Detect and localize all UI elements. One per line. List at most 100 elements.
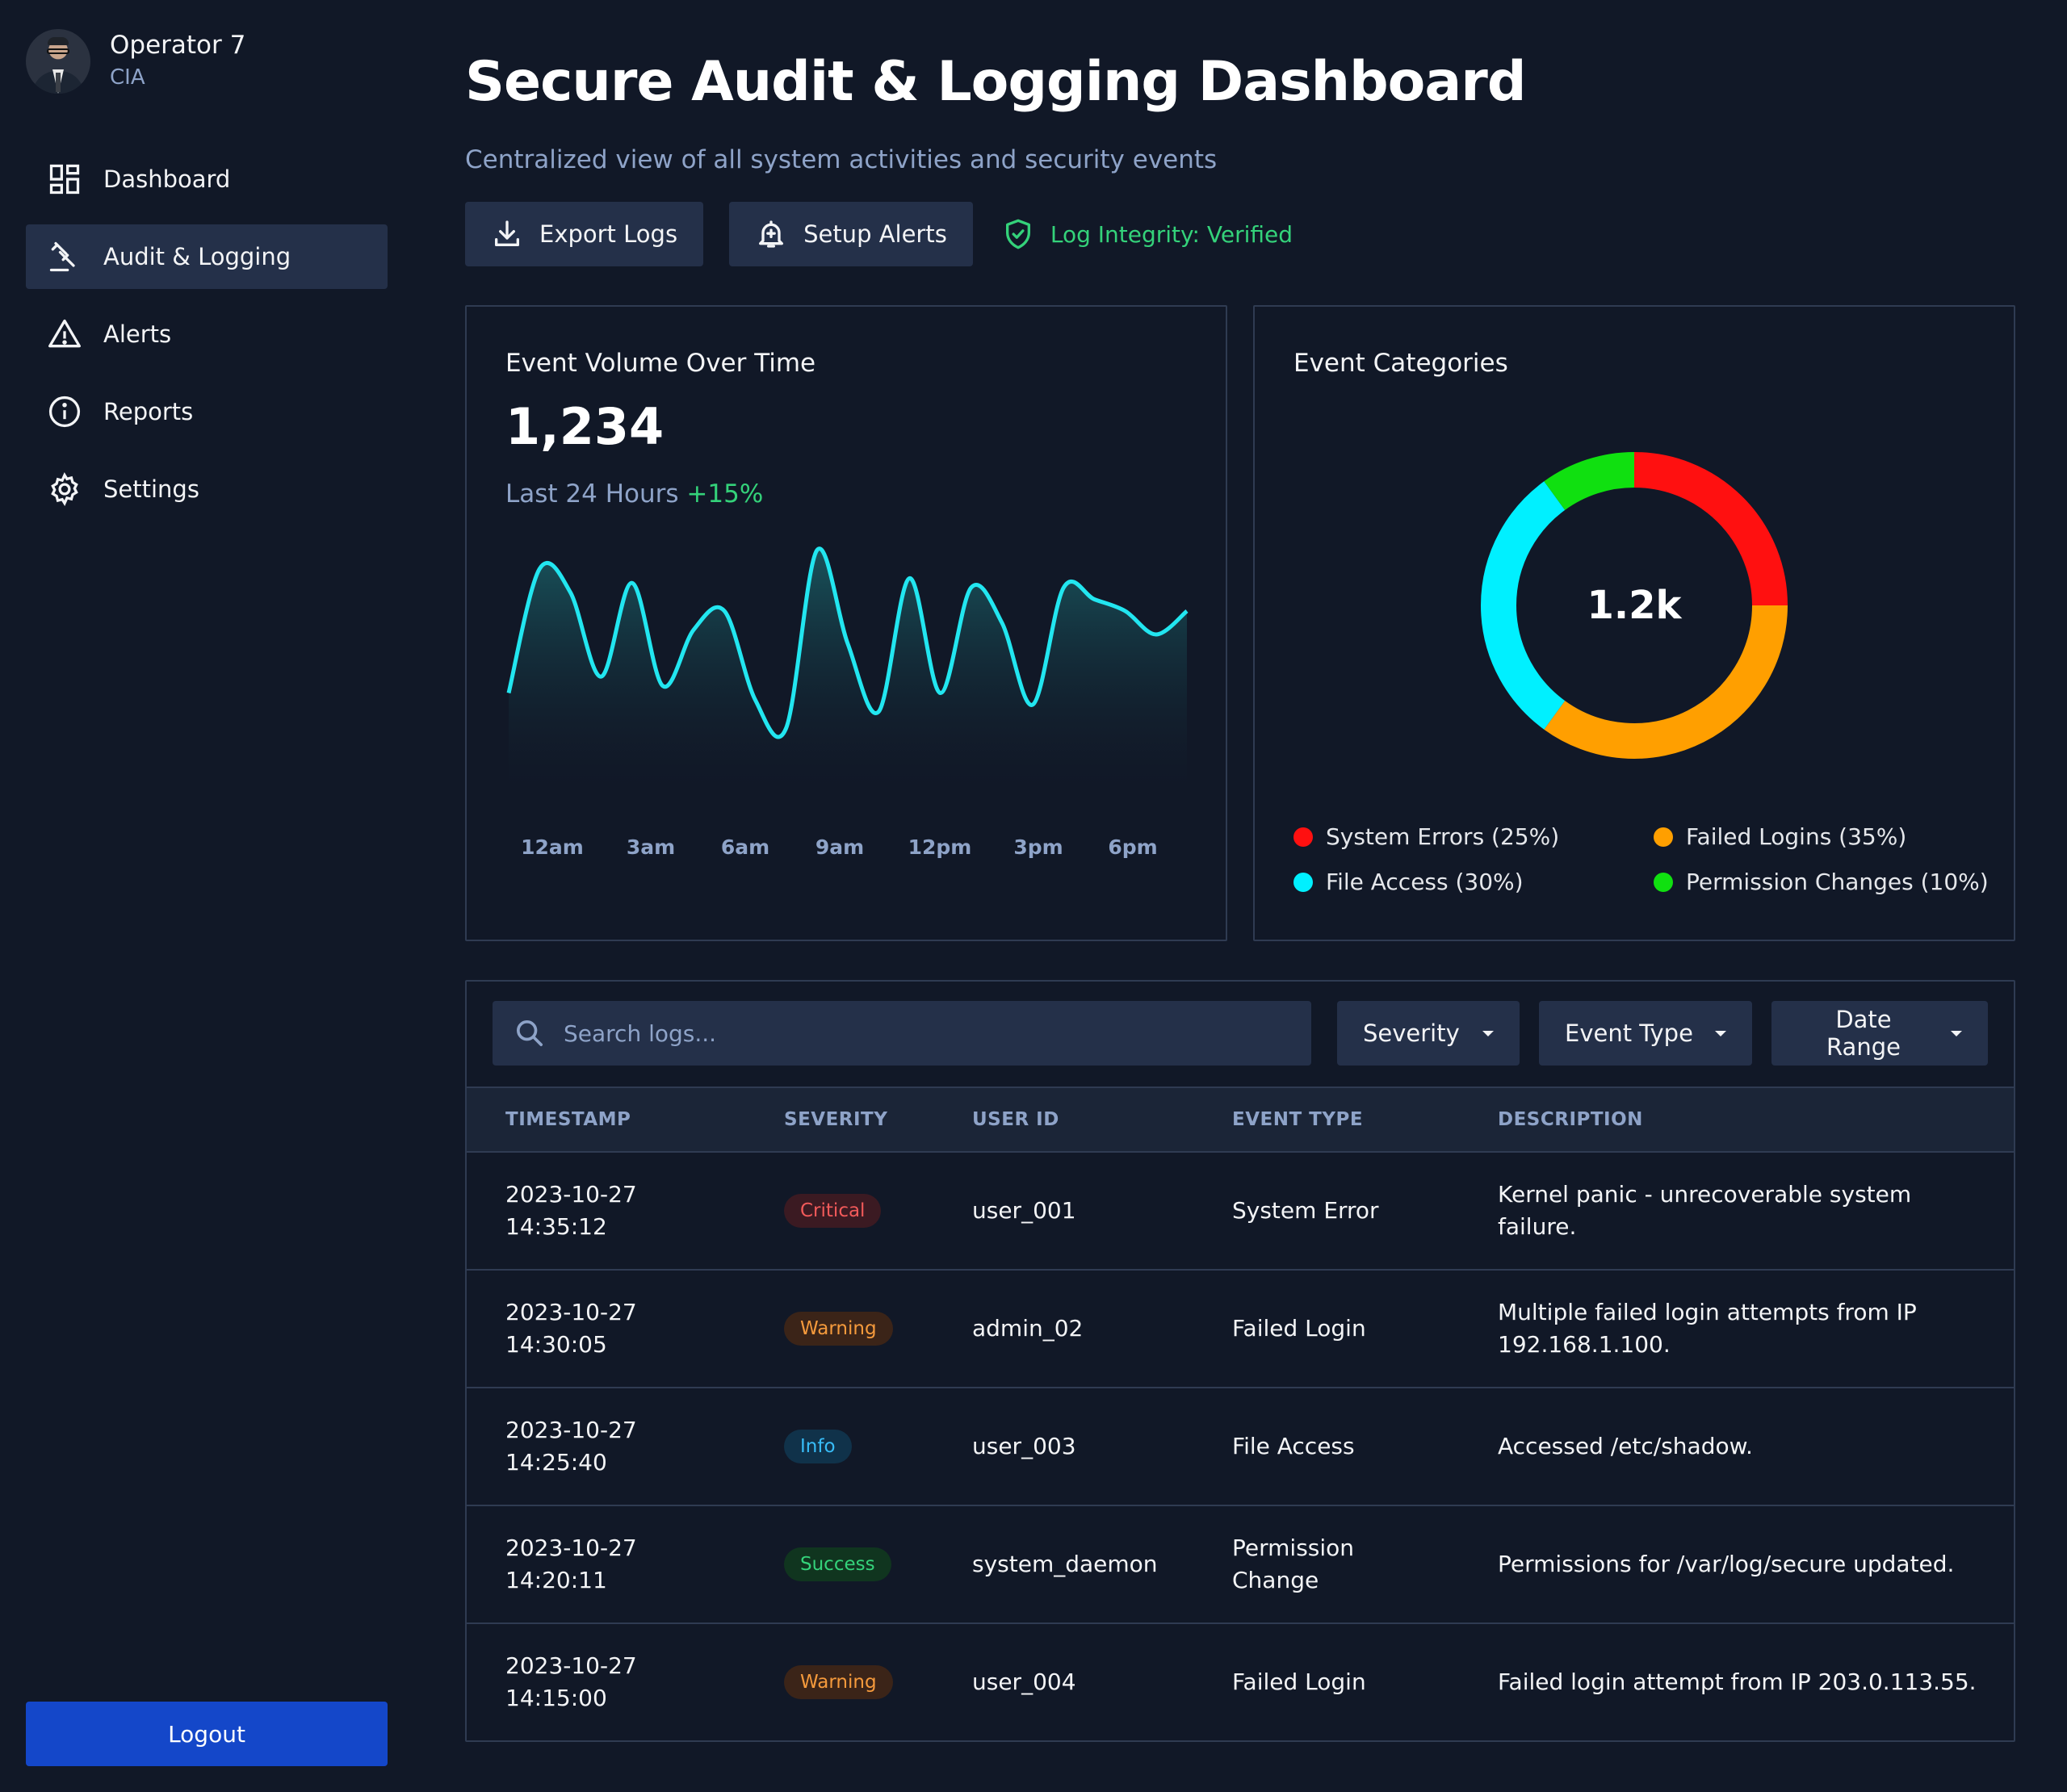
avatar (26, 29, 90, 94)
column-header-timestamp[interactable]: TIMESTAMP (505, 1109, 748, 1130)
legend-item-permission-changes: Permission Changes (10%) (1654, 869, 1989, 895)
description-cell: Multiple failed login attempts from IP 1… (1498, 1299, 1917, 1358)
shield-check-icon (1005, 219, 1030, 249)
column-header-event-type[interactable]: EVENT TYPE (1232, 1109, 1442, 1130)
sidebar-item-alerts[interactable]: Alerts (26, 302, 388, 366)
column-header-description[interactable]: DESCRIPTION (1498, 1109, 1982, 1130)
legend-dot (1654, 872, 1673, 892)
event-type-cell: File Access (1232, 1433, 1355, 1459)
event-volume-card: Event Volume Over Time 1,234 Last 24 Hou… (465, 305, 1227, 941)
search-icon (517, 1020, 543, 1046)
table-toolbar: Severity Event Type Date Range (493, 1001, 1989, 1066)
description-cell: Failed login attempt from IP 203.0.113.5… (1498, 1668, 1977, 1695)
area-fill (509, 548, 1187, 791)
setup-alerts-label: Setup Alerts (803, 220, 947, 248)
header-actions: Export Logs Setup Alerts Log Integrity: … (465, 202, 1293, 266)
gavel-icon (49, 241, 75, 272)
event-volume-title: Event Volume Over Time (505, 349, 816, 378)
legend-dot (1654, 827, 1673, 847)
warning-icon (48, 319, 81, 348)
page-subtitle: Centralized view of all system activitie… (465, 145, 1218, 174)
sidebar-item-reports[interactable]: Reports (26, 379, 388, 444)
sidebar-item-label: Dashboard (103, 165, 231, 193)
setup-alerts-button[interactable]: Setup Alerts (729, 202, 973, 266)
timestamp-date: 2023-10-27 (505, 1535, 637, 1561)
chevron-down-icon (1482, 1030, 1494, 1036)
legend-label: System Errors (25%) (1326, 823, 1560, 850)
legend-label: Permission Changes (10%) (1686, 869, 1989, 895)
log-integrity-status: Log Integrity: Verified (1002, 218, 1293, 250)
sidebar-item-label: Reports (103, 398, 194, 425)
app-root: Operator 7 CIA Dashboard Audit & Logging (0, 0, 2067, 1792)
severity-badge: Warning (784, 1312, 893, 1346)
user-profile[interactable]: Operator 7 CIA (26, 29, 245, 94)
timestamp-cell: 2023-10-27 14:25:40 (505, 1414, 748, 1479)
x-tick-label: 12pm (908, 835, 972, 859)
table-row[interactable]: 2023-10-27 14:15:00 Warning user_004 Fai… (467, 1622, 2014, 1740)
timestamp-cell: 2023-10-27 14:15:00 (505, 1650, 748, 1715)
page-title: Secure Audit & Logging Dashboard (465, 50, 1526, 114)
user-id-cell: admin_02 (972, 1315, 1084, 1342)
sidebar-nav: Dashboard Audit & Logging Alerts Reports (26, 147, 388, 534)
user-name: Operator 7 (110, 31, 246, 60)
timestamp-date: 2023-10-27 (505, 1652, 637, 1679)
event-type-cell: Permission Change (1232, 1535, 1355, 1593)
timestamp-time: 14:20:11 (505, 1567, 607, 1593)
event-type-filter[interactable]: Event Type (1539, 1001, 1752, 1066)
sidebar-item-dashboard[interactable]: Dashboard (26, 147, 388, 211)
chevron-down-icon (1715, 1030, 1726, 1036)
timestamp-time: 14:25:40 (505, 1449, 607, 1476)
donut-chart: 1.2k (1473, 444, 1796, 767)
event-volume-chart: 12am 3am 6am 9am 12pm 3pm 6pm (506, 546, 1189, 859)
column-header-severity[interactable]: SEVERITY (784, 1109, 887, 1130)
log-integrity-label: Log Integrity: Verified (1050, 220, 1293, 248)
timestamp-date: 2023-10-27 (505, 1181, 637, 1208)
description-cell: Permissions for /var/log/secure updated. (1498, 1551, 1955, 1577)
user-id-cell: system_daemon (972, 1551, 1158, 1577)
x-tick-label: 12am (521, 835, 584, 859)
x-tick-label: 6am (721, 835, 769, 859)
table-row[interactable]: 2023-10-27 14:30:05 Warning admin_02 Fai… (467, 1269, 2014, 1387)
table-row[interactable]: 2023-10-27 14:20:11 Success system_daemo… (467, 1505, 2014, 1622)
event-categories-title: Event Categories (1293, 349, 1508, 378)
log-table-panel: Severity Event Type Date Range TIMESTAMP… (465, 980, 2015, 1742)
user-id-cell: user_001 (972, 1197, 1076, 1224)
severity-badge: Success (784, 1547, 891, 1581)
sidebar-item-settings[interactable]: Settings (26, 457, 388, 521)
user-org: CIA (110, 65, 145, 90)
sidebar-item-label: Settings (103, 475, 199, 503)
x-tick-label: 9am (815, 835, 864, 859)
sidebar: Operator 7 CIA Dashboard Audit & Logging (0, 0, 413, 1792)
event-type-cell: System Error (1232, 1197, 1379, 1224)
legend-item-file-access: File Access (30%) (1293, 869, 1524, 895)
x-tick-label: 6pm (1108, 835, 1157, 859)
dashboard-icon (49, 164, 80, 195)
legend-dot (1293, 827, 1313, 847)
period-label: Last 24 Hours (505, 479, 679, 509)
export-logs-button[interactable]: Export Logs (465, 202, 704, 266)
date-range-filter-label: Date Range (1826, 1006, 1901, 1061)
search-input[interactable] (564, 1020, 1290, 1047)
severity-filter-label: Severity (1363, 1020, 1460, 1047)
table-row[interactable]: 2023-10-27 14:35:12 Critical user_001 Sy… (467, 1151, 2014, 1269)
timestamp-time: 14:30:05 (505, 1331, 607, 1358)
column-header-user-id[interactable]: USER ID (972, 1109, 1059, 1130)
event-type-cell: Failed Login (1232, 1668, 1366, 1695)
event-categories-card: Event Categories 1.2k System Errors (25%… (1253, 305, 2015, 941)
timestamp-time: 14:35:12 (505, 1213, 607, 1240)
period-delta: +15% (686, 479, 764, 509)
timestamp-time: 14:15:00 (505, 1685, 607, 1711)
gear-icon (51, 472, 78, 506)
description-cell: Accessed /etc/shadow. (1498, 1433, 1753, 1459)
sidebar-item-label: Audit & Logging (103, 243, 291, 270)
legend-item-failed-logins: Failed Logins (35%) (1654, 823, 1906, 850)
download-icon (495, 220, 519, 246)
bell-plus-icon (759, 220, 784, 248)
severity-badge: Critical (784, 1194, 882, 1228)
logout-button[interactable]: Logout (26, 1702, 388, 1766)
date-range-filter[interactable]: Date Range (1771, 1001, 1988, 1066)
search-box[interactable] (493, 1001, 1311, 1066)
severity-filter[interactable]: Severity (1337, 1001, 1520, 1066)
table-row[interactable]: 2023-10-27 14:25:40 Info user_003 File A… (467, 1387, 2014, 1505)
sidebar-item-audit-logging[interactable]: Audit & Logging (26, 224, 388, 289)
